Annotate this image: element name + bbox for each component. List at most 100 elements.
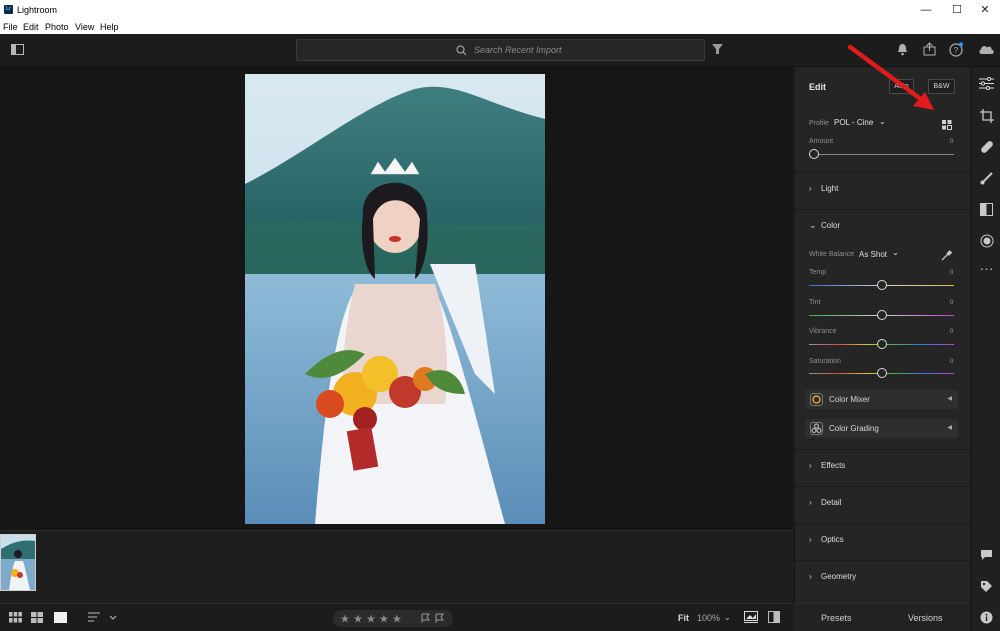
top-toolbar: Search Recent Import ? xyxy=(0,34,1000,67)
sort-icon[interactable] xyxy=(88,612,118,626)
compare-split-icon[interactable] xyxy=(768,611,780,626)
svg-text:★: ★ xyxy=(379,613,389,626)
title-bar: Lr Lightroom — ☐ ✕ xyxy=(0,0,1000,20)
presets-button[interactable]: Presets xyxy=(821,613,852,623)
flag-icons xyxy=(421,613,444,623)
white-balance-value[interactable]: As Shot xyxy=(859,250,887,259)
tool-rail: ··· xyxy=(971,67,1000,631)
square-grid-icon[interactable] xyxy=(31,612,43,626)
search-icon xyxy=(456,45,467,56)
healing-icon[interactable] xyxy=(972,140,1000,157)
amount-value: 0 xyxy=(950,139,954,145)
white-balance-chevron-icon[interactable]: ⌄ xyxy=(892,248,899,257)
crop-icon[interactable] xyxy=(972,109,1000,126)
chevron-down-icon: ⌄ xyxy=(809,220,817,230)
edit-panel: Edit Auto B&W Profile POL - Cine ⌄ Amoun… xyxy=(794,67,971,603)
amount-slider-knob[interactable] xyxy=(809,149,819,159)
profile-browser-icon[interactable] xyxy=(942,117,952,135)
menu-file[interactable]: File xyxy=(3,22,18,32)
lightroom-logo-icon: Lr xyxy=(4,5,13,14)
comment-icon[interactable] xyxy=(972,549,1000,564)
search-placeholder: Search Recent Import xyxy=(474,45,562,55)
svg-text:★: ★ xyxy=(340,613,350,626)
tag-icon[interactable] xyxy=(972,580,1000,596)
bottom-toolbar: ★ ★ ★ ★ ★ Fit 100% ⌄ xyxy=(0,603,793,631)
section-optics[interactable]: › Optics xyxy=(795,523,971,556)
saturation-value: 0 xyxy=(950,359,954,365)
vibrance-value: 0 xyxy=(950,329,954,335)
amount-label: Amount xyxy=(809,138,834,145)
close-button[interactable]: ✕ xyxy=(970,2,1000,18)
tint-label: Tint xyxy=(809,299,821,306)
svg-text:?: ? xyxy=(954,46,959,55)
color-grading-icon xyxy=(810,422,823,435)
main-photo xyxy=(245,74,545,524)
svg-text:★: ★ xyxy=(353,613,363,626)
bell-icon[interactable] xyxy=(897,43,908,59)
auto-button[interactable]: Auto xyxy=(889,79,914,94)
minimize-button[interactable]: — xyxy=(911,2,941,18)
maximize-button[interactable]: ☐ xyxy=(942,2,972,18)
before-after-icon[interactable] xyxy=(744,611,758,626)
chevron-right-icon: › xyxy=(809,572,812,581)
bw-button[interactable]: B&W xyxy=(928,79,955,94)
help-icon[interactable]: ? xyxy=(949,42,964,60)
detail-view-icon[interactable] xyxy=(54,612,67,626)
section-effects[interactable]: › Effects xyxy=(795,449,971,482)
more-options-icon[interactable]: ··· xyxy=(972,260,1000,276)
window-title: Lightroom xyxy=(17,5,58,15)
temp-label: Temp xyxy=(809,269,827,276)
menu-photo[interactable]: Photo xyxy=(45,22,69,32)
search-field[interactable]: Search Recent Import xyxy=(296,39,705,61)
color-mixer-row[interactable]: Color Mixer ◀ xyxy=(805,390,958,409)
profile-value[interactable]: POL - Cine xyxy=(834,118,873,127)
menu-help[interactable]: Help xyxy=(100,22,119,32)
filter-icon[interactable] xyxy=(712,43,723,58)
info-icon[interactable] xyxy=(972,611,1000,627)
share-icon[interactable] xyxy=(923,42,936,59)
panel-footer: Presets Versions xyxy=(794,603,970,631)
linear-gradient-icon[interactable] xyxy=(972,203,1000,219)
chevron-left-icon: ◀ xyxy=(947,425,952,431)
chevron-right-icon: › xyxy=(809,498,812,507)
versions-button[interactable]: Versions xyxy=(908,613,943,623)
section-detail[interactable]: › Detail xyxy=(795,486,971,519)
profile-label: Profile xyxy=(809,120,829,127)
saturation-label: Saturation xyxy=(809,358,841,365)
vibrance-label: Vibrance xyxy=(809,328,837,335)
radial-gradient-icon[interactable] xyxy=(972,234,1000,251)
brush-icon[interactable] xyxy=(972,171,1000,188)
filmstrip-thumbnail[interactable] xyxy=(0,534,36,591)
edit-panel-title: Edit xyxy=(809,82,826,92)
grid-view-icon[interactable] xyxy=(9,612,22,626)
color-grading-row[interactable]: Color Grading ◀ xyxy=(805,419,958,438)
eyedropper-icon[interactable] xyxy=(941,248,953,266)
zoom-percent[interactable]: 100% xyxy=(697,613,720,623)
svg-text:★: ★ xyxy=(392,613,402,626)
temp-slider-knob[interactable] xyxy=(877,280,887,290)
star-icons: ★ ★ ★ ★ ★ xyxy=(340,613,402,626)
svg-text:★: ★ xyxy=(366,613,376,626)
section-light[interactable]: › Light xyxy=(795,172,971,205)
profile-dropdown-chevron-icon[interactable]: ⌄ xyxy=(879,117,886,126)
cloud-icon[interactable] xyxy=(978,43,995,58)
menu-bar: File Edit Photo View Help xyxy=(0,20,1000,34)
menu-view[interactable]: View xyxy=(75,22,94,32)
menu-edit[interactable]: Edit xyxy=(23,22,39,32)
edit-sliders-icon[interactable] xyxy=(972,76,1000,93)
sidebar-toggle-icon[interactable] xyxy=(11,43,24,58)
vibrance-slider-knob[interactable] xyxy=(877,339,887,349)
chevron-right-icon: › xyxy=(809,461,812,470)
tint-slider-knob[interactable] xyxy=(877,310,887,320)
section-geometry[interactable]: › Geometry xyxy=(795,560,971,593)
amount-track[interactable] xyxy=(809,154,954,155)
chevron-right-icon: › xyxy=(809,535,812,544)
star-rating[interactable]: ★ ★ ★ ★ ★ xyxy=(333,610,453,627)
zoom-dropdown-chevron-icon[interactable]: ⌄ xyxy=(724,613,731,622)
saturation-slider-knob[interactable] xyxy=(877,368,887,378)
chevron-left-icon: ◀ xyxy=(947,396,952,402)
tint-value: 0 xyxy=(950,300,954,306)
white-balance-label: White Balance xyxy=(809,251,855,258)
temp-value: 0 xyxy=(950,270,954,276)
zoom-fit[interactable]: Fit xyxy=(678,613,689,623)
